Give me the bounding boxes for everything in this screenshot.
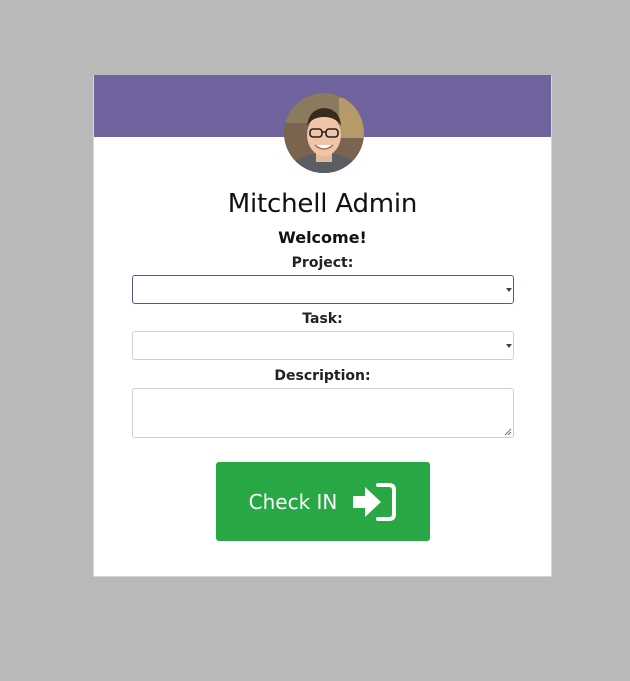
- sign-in-icon: [353, 482, 397, 521]
- check-in-label: Check IN: [248, 489, 338, 514]
- welcome-text: Welcome!: [278, 228, 367, 247]
- chevron-down-icon: [506, 344, 512, 348]
- project-label: Project:: [291, 255, 354, 271]
- description-textarea[interactable]: [132, 388, 514, 438]
- attendance-card: Mitchell Admin Welcome! Project: Task: D…: [93, 75, 552, 577]
- avatar: [284, 93, 364, 173]
- project-select[interactable]: [132, 275, 514, 304]
- task-select[interactable]: [132, 331, 514, 360]
- user-name: Mitchell Admin: [227, 189, 418, 219]
- description-label: Description:: [274, 368, 371, 384]
- resize-grip-icon[interactable]: [504, 428, 512, 436]
- check-in-button[interactable]: Check IN: [216, 462, 430, 541]
- chevron-down-icon: [506, 288, 512, 292]
- task-label: Task:: [302, 311, 343, 327]
